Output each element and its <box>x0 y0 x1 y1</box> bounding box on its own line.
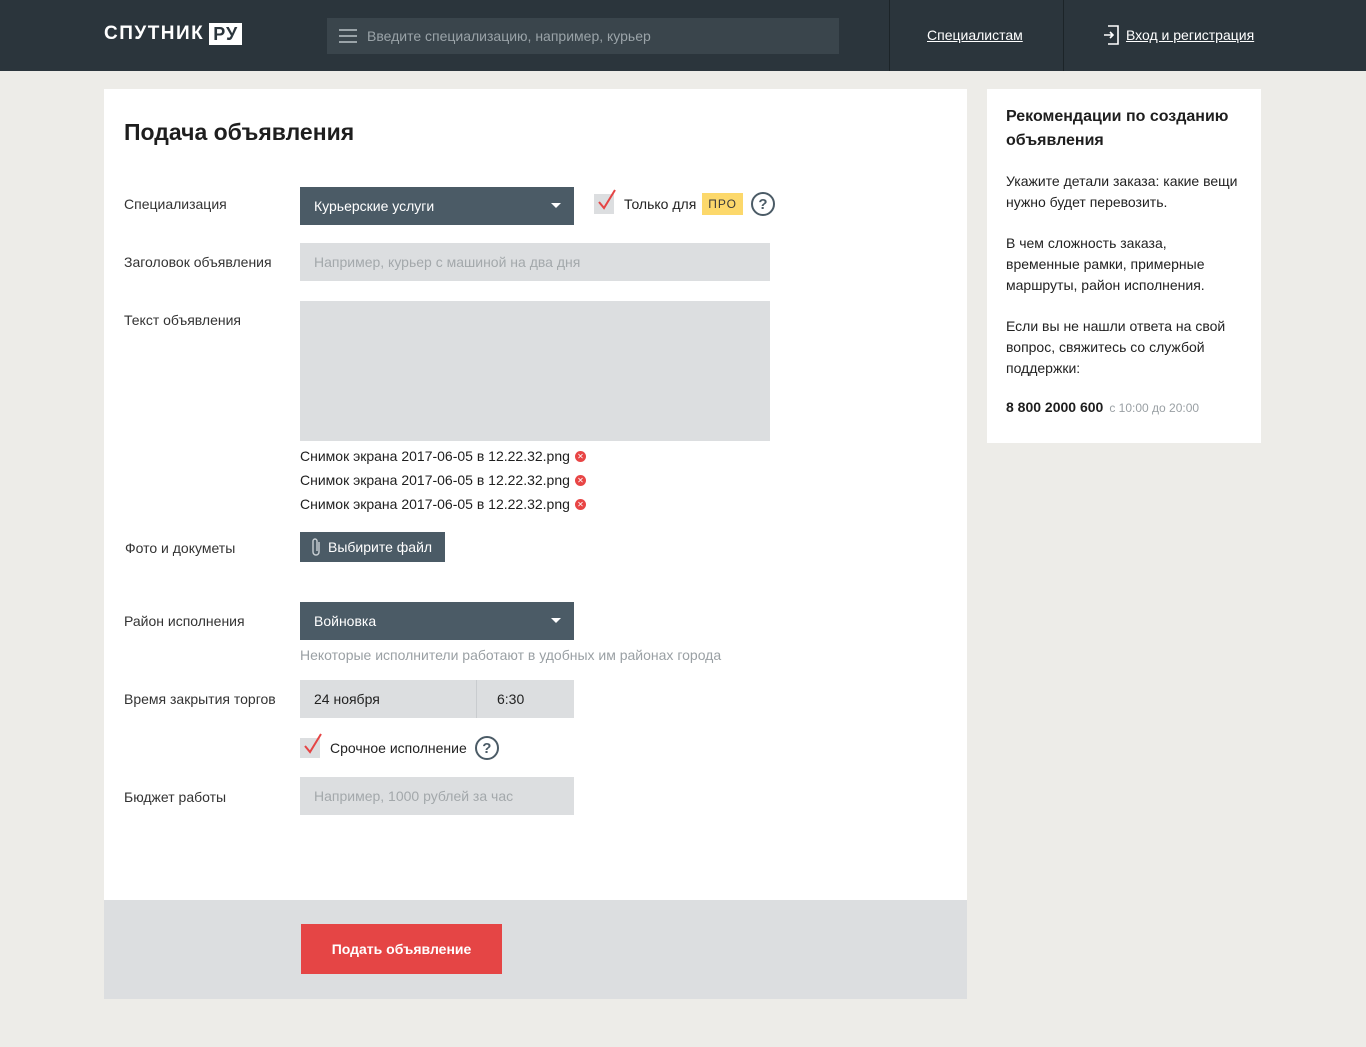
district-value: Войновка <box>314 613 377 629</box>
district-select[interactable]: Войновка <box>300 602 574 640</box>
headline-input[interactable] <box>300 243 770 281</box>
ad-text-textarea[interactable] <box>300 301 770 441</box>
district-hint: Некоторые исполнители работают в удобных… <box>300 647 722 663</box>
login-label: Вход и регистрация <box>1126 27 1255 43</box>
logo[interactable]: СПУТНИК РУ <box>104 23 243 45</box>
closing-time-picker: 24 ноября 6:30 <box>300 680 574 718</box>
submit-ad-button[interactable]: Подать объявление <box>301 924 502 974</box>
budget-label: Бюджет работы <box>124 789 227 805</box>
top-header: СПУТНИК РУ Специалистам Вход и регистрац… <box>0 0 1366 71</box>
header-divider <box>889 0 890 71</box>
attachment-filename: Снимок экрана 2017-06-05 в 12.22.32.png <box>300 448 570 464</box>
chevron-down-icon <box>551 203 561 208</box>
search-input[interactable] <box>367 28 807 44</box>
attachment-filename: Снимок экрана 2017-06-05 в 12.22.32.png <box>300 472 570 488</box>
recommendation-text: В чем сложность заказа, временные рамки,… <box>1006 235 1205 293</box>
attachment-item: Снимок экрана 2017-06-05 в 12.22.32.png … <box>300 448 586 464</box>
attachment-filename: Снимок экрана 2017-06-05 в 12.22.32.png <box>300 496 570 512</box>
menu-icon[interactable] <box>339 29 357 43</box>
attachment-item: Снимок экрана 2017-06-05 в 12.22.32.png … <box>300 472 586 488</box>
remove-attachment-icon[interactable]: ✕ <box>574 450 586 462</box>
help-icon[interactable]: ? <box>750 192 775 216</box>
pro-only-label: Только для <box>624 196 697 212</box>
pro-only-checkbox-row: Только для ПРО ? <box>594 189 775 216</box>
specialization-value: Курьерские услуги <box>314 198 435 214</box>
logo-badge: РУ <box>209 23 243 45</box>
recommendation-text: Если вы не нашли ответа на свой вопрос, … <box>1006 318 1226 376</box>
specialization-select[interactable]: Курьерские услуги <box>300 187 574 225</box>
specialists-link[interactable]: Специалистам <box>927 27 1023 43</box>
closing-time-field[interactable]: 6:30 <box>477 680 574 718</box>
photos-label: Фото и докуметы <box>125 540 236 556</box>
recommendations-title: Рекомендации по созданию объявления <box>1006 108 1229 149</box>
headline-label: Заголовок объявления <box>124 254 272 270</box>
choose-file-label: Выбирите файл <box>328 539 433 555</box>
pro-badge: ПРО <box>702 193 743 215</box>
ad-text-label: Текст объявления <box>124 312 242 328</box>
district-label: Район исполнения <box>124 613 245 629</box>
support-hours: с 10:00 до 20:00 <box>1109 401 1200 415</box>
login-icon <box>1104 25 1119 45</box>
recommendation-text: Укажите детали заказа: какие вещи нужно … <box>1006 173 1238 210</box>
budget-input[interactable] <box>300 777 574 815</box>
chevron-down-icon <box>551 618 561 623</box>
search-bar[interactable] <box>327 18 839 54</box>
urgent-checkbox[interactable] <box>300 733 322 758</box>
form-footer: Подать объявление <box>104 900 967 999</box>
support-phone[interactable]: 8 800 2000 600 <box>1006 399 1103 415</box>
ad-form-card: Подача объявления Специализация Курьерск… <box>104 89 967 900</box>
checkmark-icon <box>304 733 322 754</box>
logo-text: СПУТНИК <box>104 23 205 44</box>
page-title: Подача объявления <box>124 119 355 145</box>
closing-date-field[interactable]: 24 ноября <box>300 680 476 718</box>
urgent-checkbox-row: Срочное исполнение ? <box>300 733 499 760</box>
checkmark-icon <box>598 189 616 210</box>
urgent-label: Срочное исполнение <box>330 740 467 756</box>
attachment-item: Снимок экрана 2017-06-05 в 12.22.32.png … <box>300 496 586 512</box>
recommendations-panel: Рекомендации по созданию объявления Укаж… <box>987 89 1261 443</box>
closing-time-label: Время закрытия торгов <box>124 691 276 707</box>
specialization-label: Специализация <box>124 196 227 212</box>
help-icon[interactable]: ? <box>474 736 499 760</box>
header-divider <box>1063 0 1064 71</box>
paperclip-icon <box>312 538 320 556</box>
choose-file-button[interactable]: Выбирите файл <box>300 532 445 562</box>
remove-attachment-icon[interactable]: ✕ <box>574 498 586 510</box>
pro-only-checkbox[interactable] <box>594 189 616 214</box>
remove-attachment-icon[interactable]: ✕ <box>574 474 586 486</box>
support-contact: 8 800 2000 600 с 10:00 до 20:00 <box>1006 399 1242 415</box>
login-link[interactable]: Вход и регистрация <box>1103 25 1254 45</box>
